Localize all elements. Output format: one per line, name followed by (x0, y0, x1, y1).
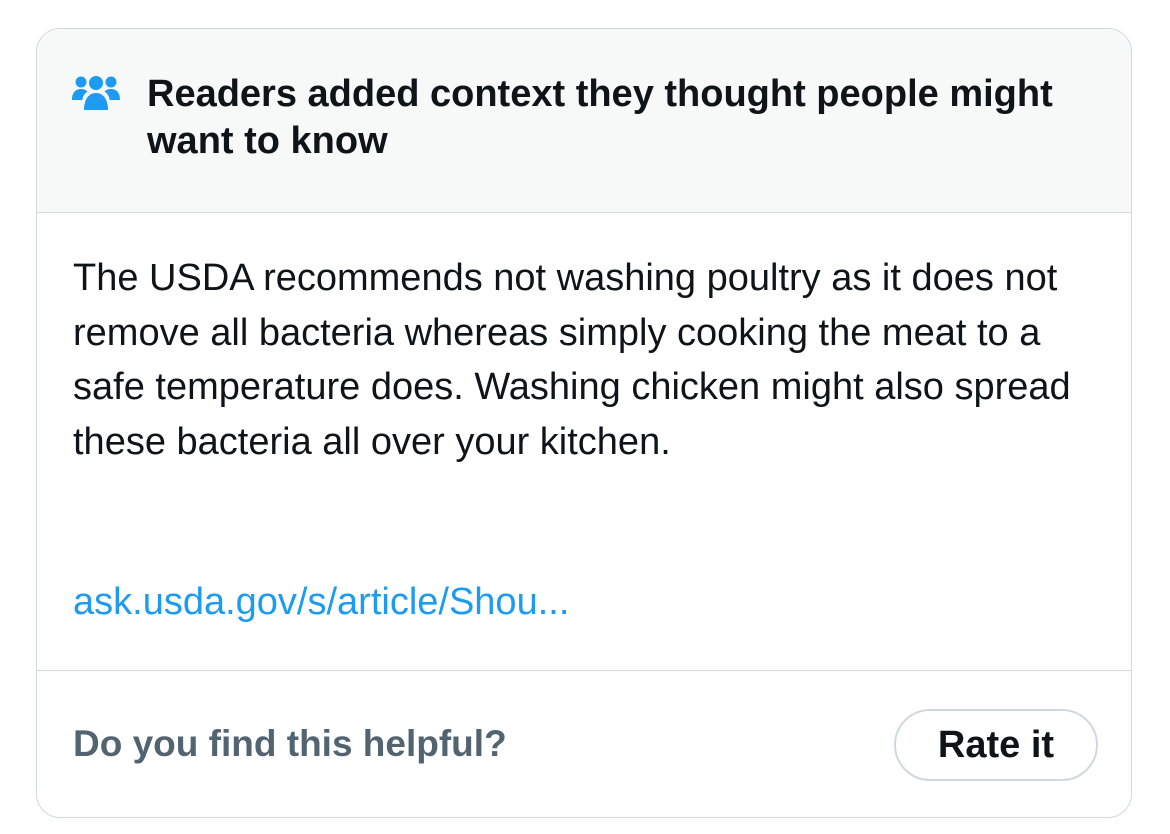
helpful-question: Do you find this helpful? (73, 723, 507, 764)
people-group-icon (71, 73, 121, 113)
source-link[interactable]: ask.usda.gov/s/article/Shou... (73, 577, 569, 627)
rate-it-button[interactable]: Rate it (894, 709, 1098, 781)
note-header-title: Readers added context they thought peopl… (147, 73, 1053, 162)
community-note-card: Readers added context they thought peopl… (36, 28, 1132, 818)
footer-divider (37, 670, 1131, 671)
note-body-text: The USDA recommends not washing poultry … (73, 257, 1071, 463)
note-header: Readers added context they thought peopl… (37, 29, 1131, 213)
